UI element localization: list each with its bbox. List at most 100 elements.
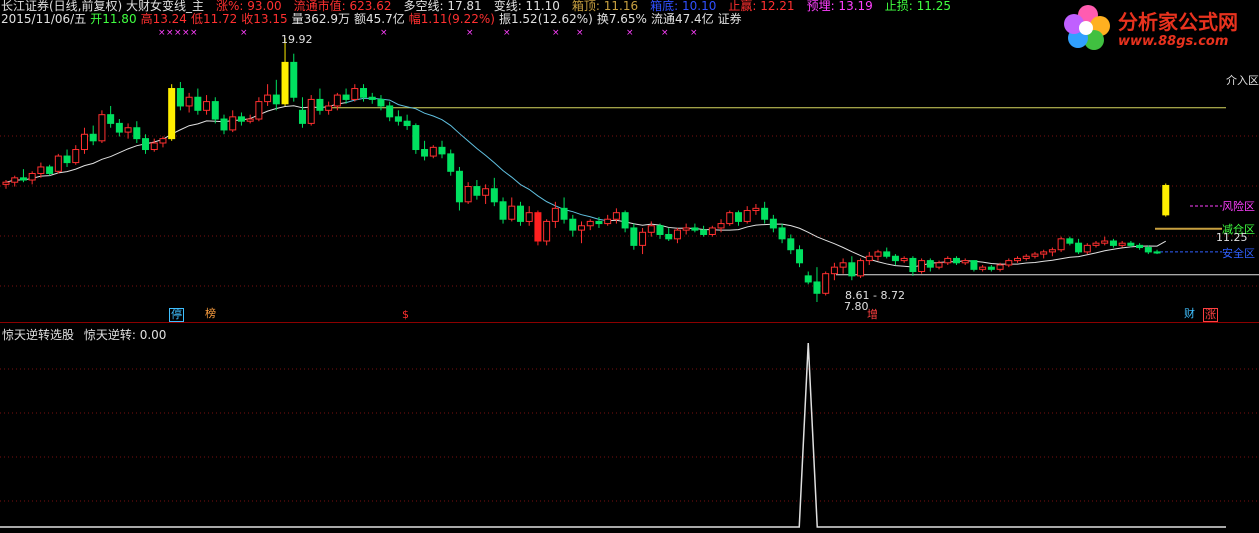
signal-marker: × (182, 28, 190, 38)
candle-body (604, 218, 612, 225)
candle-body (264, 94, 272, 103)
candle-body (490, 188, 498, 203)
candle-body (787, 238, 795, 251)
candle-body (1144, 247, 1152, 253)
tag-dollar: $ (402, 308, 409, 321)
line2-item: 证券 (717, 12, 742, 26)
price-tag-label: 11.25 (1216, 231, 1248, 244)
candle-body (11, 177, 19, 183)
candle-body (438, 146, 446, 155)
signal-chart[interactable] (0, 323, 1259, 533)
candle-body (926, 260, 934, 268)
candle-body (98, 114, 106, 142)
line2-item: 低11.72 (190, 12, 238, 26)
candle-body (778, 227, 786, 240)
candle-body (979, 266, 987, 270)
candle-body (918, 260, 926, 273)
tag-stop: 停 (169, 308, 184, 322)
candle-body (159, 138, 167, 144)
candle-body (900, 257, 908, 262)
candle-body (874, 251, 882, 257)
signal-marker: × (190, 28, 198, 38)
candle-body (639, 231, 647, 246)
line2-item: 振1.52(12.62%) (498, 12, 593, 26)
candle-body (176, 88, 184, 107)
candle-body (682, 227, 690, 231)
candle-body (237, 116, 245, 122)
candle-body (1048, 249, 1056, 253)
candle-body (464, 186, 472, 203)
candle-body (142, 138, 150, 151)
candle-body (1040, 251, 1048, 255)
candle-body (987, 266, 995, 270)
line2-item: 幅1.11(9.22%) (408, 12, 495, 26)
candle-body (185, 96, 193, 107)
candle-body (80, 133, 88, 151)
candle-body (1092, 242, 1100, 246)
candle-body (996, 264, 1004, 270)
sub-panel-value: 惊天逆转: 0.00 (83, 328, 167, 342)
candle-body (298, 109, 306, 124)
candle-body (246, 118, 254, 122)
candle-body (377, 98, 385, 107)
line2-item: 换7.65% (596, 12, 647, 26)
candle-body (830, 266, 838, 275)
candle-body (734, 212, 742, 222)
indicator-sub-panel[interactable]: 惊天逆转选股 惊天逆转: 0.00 (0, 323, 1259, 533)
candle-body (394, 116, 402, 122)
candle-body (203, 101, 211, 111)
candle-body (89, 133, 97, 142)
candle-body (429, 146, 437, 157)
tag-list: 榜 (205, 307, 216, 320)
candle-body (482, 188, 490, 196)
candle-body (290, 61, 298, 98)
candle-body (883, 251, 891, 257)
candle-body (525, 212, 533, 222)
candle-body (272, 94, 280, 105)
candle-body (656, 225, 664, 235)
candle-body (46, 166, 54, 174)
candle-body (281, 61, 289, 105)
logo-url: www.88gs.com (1118, 34, 1229, 49)
signal-marker: × (240, 28, 248, 38)
signal-marker: × (166, 28, 174, 38)
signal-line (0, 342, 1226, 528)
candle-body (403, 120, 411, 127)
candle-body (124, 127, 132, 133)
candle-body (211, 101, 219, 120)
signal-marker: × (158, 28, 166, 38)
candle-body (1075, 242, 1083, 253)
range-price-label: 8.61 - 8.72 (845, 289, 905, 302)
candle-body (115, 122, 123, 133)
candle-body (368, 96, 376, 100)
candle-body (1136, 244, 1144, 249)
candle-body (307, 98, 315, 124)
sub-panel-title: 惊天逆转选股 (2, 328, 75, 342)
sub-panel-header: 惊天逆转选股 惊天逆转: 0.00 (2, 326, 166, 343)
risk-zone-label: 风险区 (1222, 200, 1255, 213)
line1-item: 止损: 11.25 (884, 0, 952, 13)
candle-body (1153, 251, 1161, 254)
main-price-panel[interactable]: × × × × × × × × × × × × × × 长江证券(日线,前复权) 大财女变线_主 涨%: 9… (0, 0, 1259, 322)
signal-marker: × (576, 28, 584, 38)
logo-title: 分析家公式网 (1118, 10, 1238, 34)
safe-zone-label: 安全区 (1222, 247, 1255, 260)
line2-item: 开11.80 (90, 12, 137, 26)
candle-body (386, 105, 394, 118)
site-logo: 分析家公式网 www.88gs.com (1060, 2, 1255, 54)
candle-body (569, 218, 577, 231)
candle-body (133, 127, 141, 140)
candle-body (796, 249, 804, 264)
candle-body (578, 225, 586, 231)
candle-body (333, 94, 341, 107)
line2-item: 2015/11/06/五 (1, 12, 87, 26)
candle-body (595, 220, 603, 225)
candle-body (412, 125, 420, 151)
candle-body (534, 212, 542, 242)
tag-finance: 财 (1184, 307, 1195, 320)
candle-body (961, 260, 969, 264)
candle-body (1005, 260, 1013, 266)
candle-body (647, 225, 655, 233)
candle-body (726, 212, 734, 225)
signal-marker: × (690, 28, 698, 38)
